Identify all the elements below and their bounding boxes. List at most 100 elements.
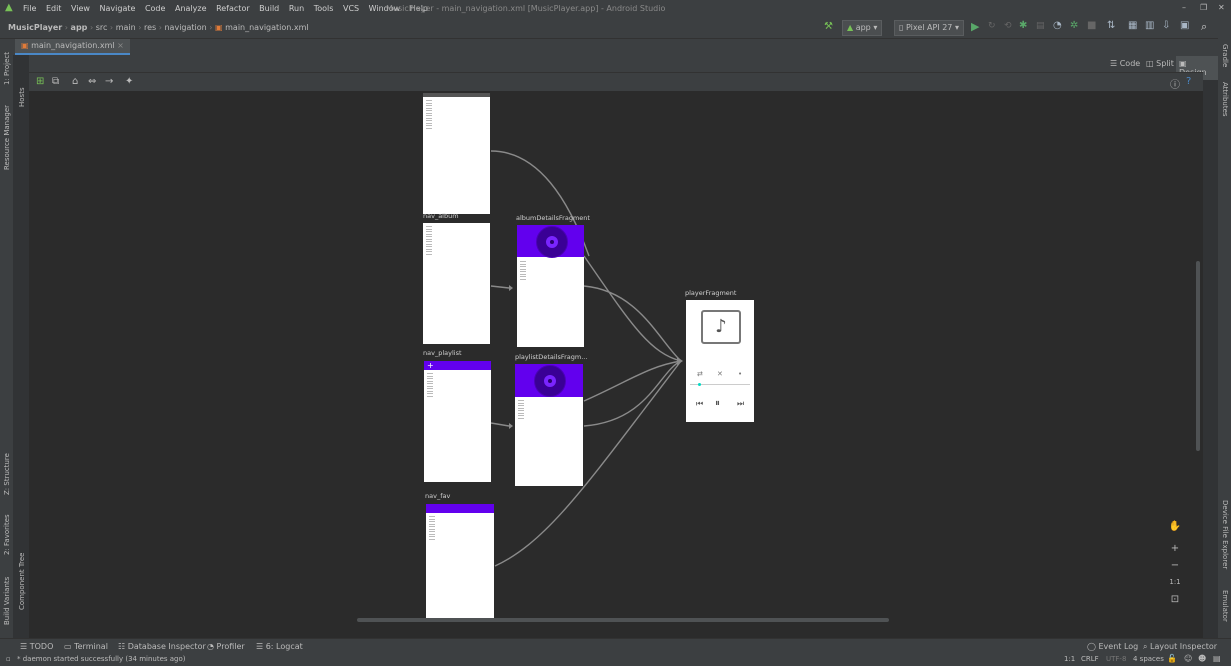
breadcrumb-res[interactable]: res — [144, 23, 156, 32]
apply-code-changes-icon[interactable]: ⟲ — [1004, 21, 1012, 31]
emulator-tool-button[interactable]: Emulator — [1221, 590, 1229, 634]
sdk-manager-icon[interactable]: ⇩ — [1162, 20, 1170, 31]
menu-run[interactable]: Run — [289, 4, 304, 13]
hammer-build-icon[interactable]: ⚒ — [824, 21, 833, 32]
file-encoding[interactable]: UTF-8 — [1106, 655, 1126, 663]
android-icon: ▲ — [847, 23, 854, 32]
menu-vcs[interactable]: VCS — [343, 4, 359, 13]
minimize-button[interactable]: – — [1182, 3, 1186, 12]
code-view-button[interactable]: ☰ Code — [1110, 59, 1140, 68]
structure-tool-button[interactable]: Z: Structure — [3, 450, 11, 495]
player-fragment-preview[interactable]: ♪ ⇄ ✕ • ⏮ ⏸ ⏭ — [686, 300, 754, 422]
vertical-scrollbar[interactable] — [1196, 261, 1200, 451]
profile-icon[interactable]: ◔ — [1053, 20, 1062, 31]
debug-icon[interactable]: ✱ — [1019, 20, 1027, 31]
event-log-button[interactable]: ◯ Event Log — [1087, 642, 1138, 651]
menu-tools[interactable]: Tools — [314, 4, 334, 13]
home-icon[interactable]: ⌂ — [72, 76, 78, 87]
hector-icon[interactable]: ☻ — [1198, 654, 1206, 663]
issues-icon[interactable]: ⓘ — [1170, 76, 1180, 91]
playlist-art-header — [515, 364, 583, 397]
run-config-select[interactable]: ▲ app ▾ — [842, 20, 883, 36]
database-inspector-button[interactable]: ☷ Database Inspector — [118, 642, 206, 651]
breadcrumb-main[interactable]: main — [116, 23, 136, 32]
pause-icon: ⏸ — [715, 398, 720, 409]
breadcrumb-file[interactable]: main_navigation.xml — [225, 23, 309, 32]
layout-inspector-button[interactable]: ⌕ Layout Inspector — [1143, 642, 1217, 652]
attach-debugger-icon[interactable]: ✲ — [1070, 20, 1078, 31]
new-destination-icon[interactable]: ⊞ — [36, 76, 44, 87]
playlist-details-preview[interactable] — [515, 364, 583, 486]
nav-playlist-preview[interactable]: + — [424, 361, 491, 482]
close-button[interactable]: ✕ — [1218, 3, 1225, 12]
navigation-graph-canvas[interactable]: nav_album albumDetailsFragment nav_playl… — [29, 91, 1203, 622]
auto-arrange-icon[interactable]: ✦ — [125, 76, 133, 87]
favorites-tool-button[interactable]: 2: Favorites — [3, 513, 11, 555]
action-arrow-icon[interactable]: → — [105, 76, 113, 87]
file-tab[interactable]: ▣ main_navigation.xml × — [15, 39, 130, 55]
indent-setting[interactable]: 4 spaces — [1133, 655, 1164, 663]
main-menu: File Edit View Navigate Code Analyze Ref… — [23, 4, 435, 13]
menu-refactor[interactable]: Refactor — [216, 4, 250, 13]
zoom-actual-size-button[interactable]: 1:1 — [1165, 578, 1185, 592]
menu-edit[interactable]: Edit — [46, 4, 62, 13]
window-icon[interactable]: ▫ — [6, 655, 11, 663]
breadcrumb-src[interactable]: src — [96, 23, 108, 32]
stop-icon[interactable]: ■ — [1087, 20, 1096, 31]
coverage-icon[interactable]: ▤ — [1036, 21, 1045, 31]
seek-thumb — [698, 383, 701, 386]
menu-view[interactable]: View — [71, 4, 90, 13]
pan-hand-icon[interactable]: ✋ — [1165, 521, 1185, 535]
device-select[interactable]: ▯ Pixel API 27 ▾ — [894, 20, 964, 36]
apply-changes-icon[interactable]: ↻ — [988, 21, 996, 31]
smiley-icon[interactable]: ☺ — [1184, 654, 1192, 663]
gradle-tool-button[interactable]: Gradle — [1221, 44, 1229, 74]
menu-analyze[interactable]: Analyze — [175, 4, 207, 13]
zoom-in-button[interactable]: + — [1165, 543, 1185, 557]
nav-editor-side-panel: Hosts Component Tree — [13, 55, 29, 638]
skip-next-icon: ⏭ — [737, 399, 745, 408]
build-variants-tool-button[interactable]: Build Variants — [3, 575, 11, 625]
breadcrumb-project[interactable]: MusicPlayer — [8, 23, 62, 32]
bottom-tool-bar: ☰ TODO ▭ Terminal ☷ Database Inspector ◔… — [0, 638, 1231, 655]
device-manager-icon[interactable]: ▣ — [1180, 20, 1189, 31]
memory-indicator-icon[interactable]: ▤ — [1213, 654, 1221, 663]
breadcrumb-app[interactable]: app — [71, 23, 88, 32]
nav-album-preview[interactable] — [423, 223, 490, 344]
hosts-panel-button[interactable]: Hosts — [18, 77, 26, 107]
caret-position[interactable]: 1:1 — [1064, 655, 1075, 663]
nav-fav-preview[interactable] — [426, 504, 494, 622]
avd-manager-icon[interactable]: ▥ — [1145, 20, 1154, 31]
menu-code[interactable]: Code — [145, 4, 165, 13]
attributes-tool-button[interactable]: Attributes — [1221, 82, 1229, 122]
breadcrumb-navigation[interactable]: navigation — [164, 23, 206, 32]
profiler-tool-button[interactable]: ◔ Profiler — [207, 642, 245, 651]
menu-navigate[interactable]: Navigate — [100, 4, 136, 13]
run-icon[interactable]: ▶ — [971, 20, 979, 33]
zoom-out-button[interactable]: − — [1165, 560, 1185, 574]
album-details-preview[interactable] — [517, 225, 584, 347]
sync-project-icon[interactable]: ⇅ — [1107, 20, 1115, 31]
nested-graph-icon[interactable]: ⧉ — [52, 76, 59, 87]
logcat-tool-button[interactable]: ☰ 6: Logcat — [256, 642, 303, 651]
deep-link-icon[interactable]: ⇔ — [88, 76, 96, 87]
project-tool-button[interactable]: 1: Project — [3, 52, 11, 85]
resource-manager-tool-button[interactable]: Resource Manager — [3, 100, 11, 170]
project-structure-icon[interactable]: ▦ — [1128, 20, 1137, 31]
todo-tool-button[interactable]: ☰ TODO — [20, 642, 53, 651]
horizontal-scrollbar[interactable] — [357, 618, 889, 622]
component-tree-button[interactable]: Component Tree — [18, 550, 26, 610]
menu-build[interactable]: Build — [259, 4, 279, 13]
terminal-tool-button[interactable]: ▭ Terminal — [64, 642, 108, 651]
device-file-explorer-button[interactable]: Device File Explorer — [1221, 500, 1229, 580]
search-icon[interactable]: ⌕ — [1201, 20, 1207, 34]
line-separator[interactable]: CRLF — [1081, 655, 1099, 663]
maximize-button[interactable]: ❐ — [1200, 3, 1207, 12]
menu-file[interactable]: File — [23, 4, 36, 13]
split-view-button[interactable]: ◫ Split — [1146, 59, 1174, 68]
zoom-to-fit-icon[interactable]: ⊡ — [1165, 594, 1185, 608]
close-tab-icon[interactable]: × — [117, 41, 124, 50]
lock-icon[interactable]: 🔓 — [1167, 654, 1177, 663]
help-icon[interactable]: ? — [1186, 76, 1191, 87]
start-destination-preview[interactable] — [423, 93, 490, 214]
